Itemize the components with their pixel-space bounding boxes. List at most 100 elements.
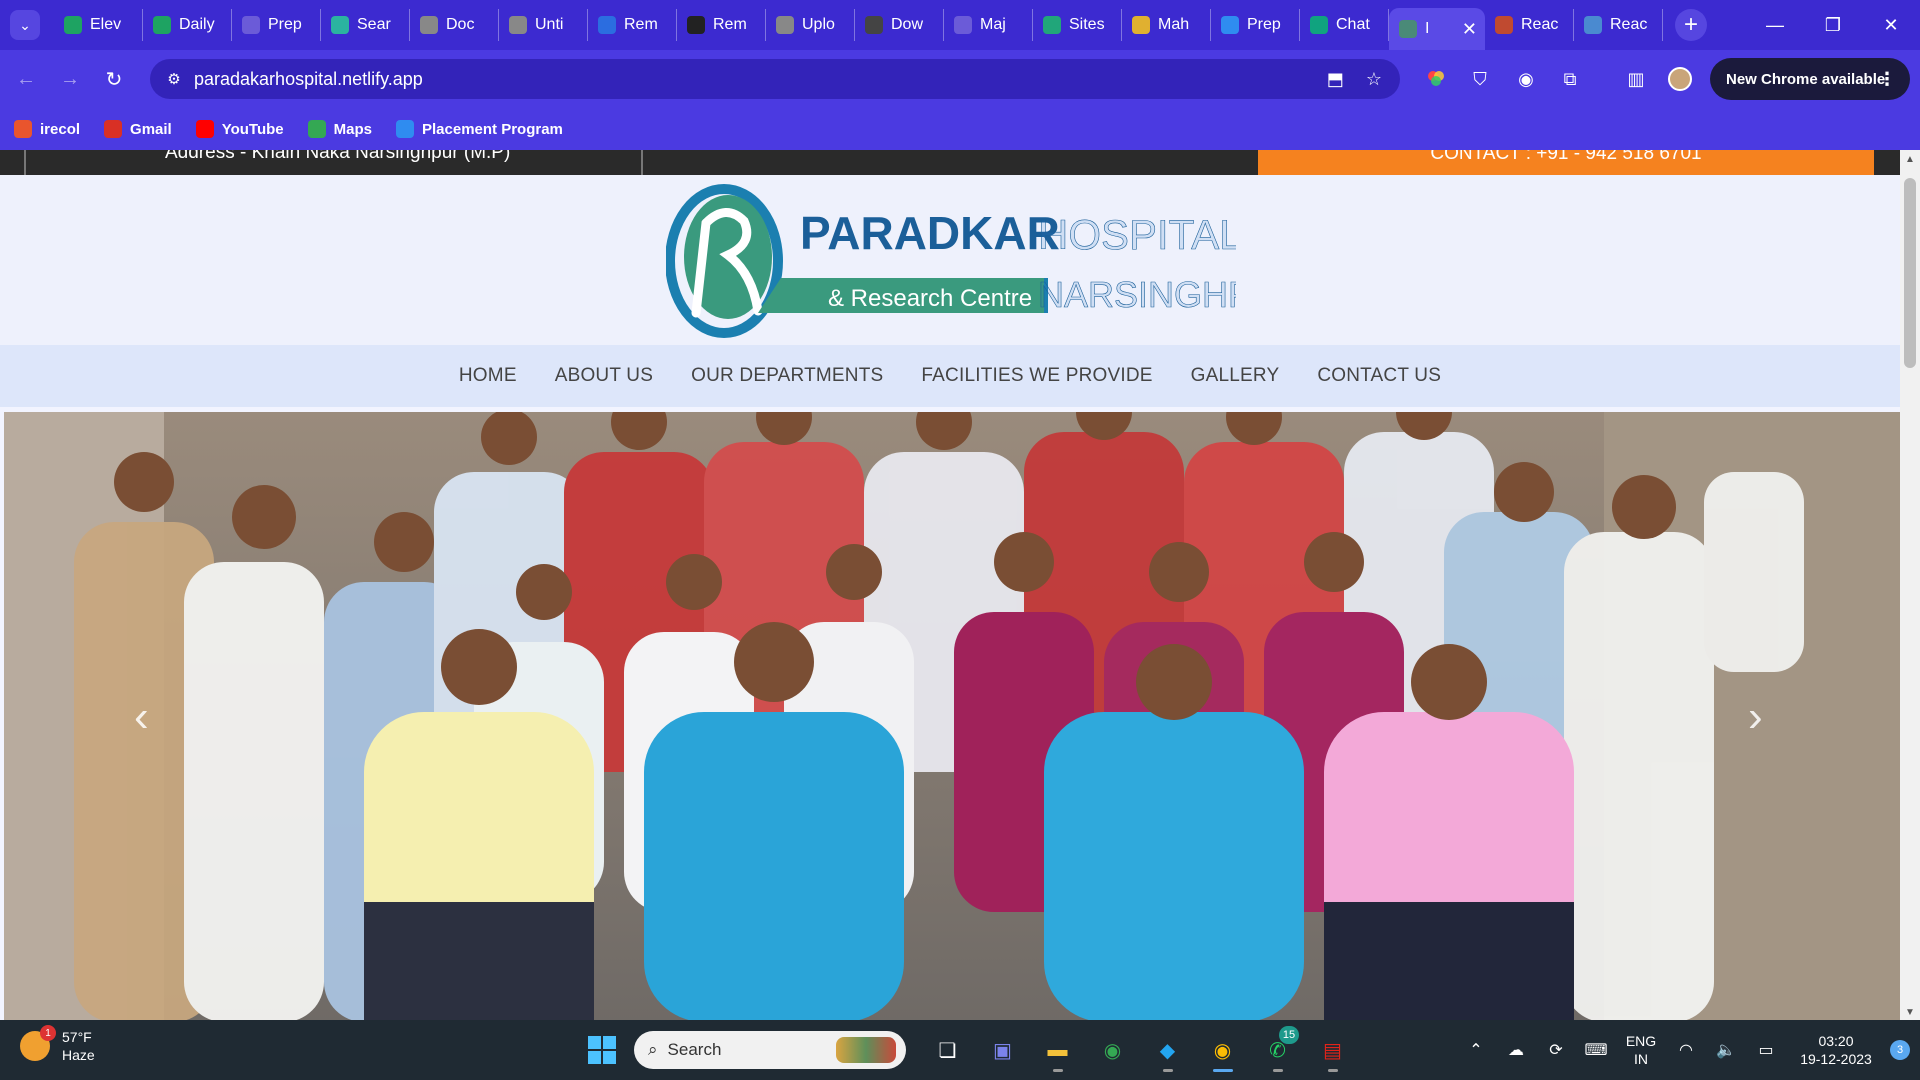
language-code: ENG — [1625, 1033, 1657, 1049]
volume-icon[interactable]: 🔈 — [1706, 1040, 1746, 1060]
install-app-icon[interactable]: ⬒ — [1327, 69, 1344, 90]
tab-label: Rem — [713, 16, 747, 33]
task-view-button[interactable]: ❏ — [920, 1028, 975, 1072]
tab-7[interactable]: Rem — [677, 9, 766, 41]
tab-label: Reac — [1521, 16, 1559, 33]
tab-strip: ⌄ Elev Daily Prep Sear Doc Unti Rem Rem Uplo Dow M… — [0, 0, 1920, 50]
nav-link-facilities-we-provide[interactable]: FACILITIES WE PROVIDE — [921, 365, 1152, 387]
sync-icon[interactable]: ⟳ — [1536, 1040, 1576, 1060]
battery-icon[interactable]: ▭ — [1746, 1040, 1786, 1060]
hero-carousel: ‹ › — [4, 412, 1900, 1020]
minimize-button[interactable]: — — [1746, 0, 1804, 50]
reload-button[interactable]: ↻ — [96, 61, 132, 97]
forward-button[interactable]: → — [52, 61, 88, 97]
tab-9[interactable]: Dow — [855, 9, 944, 41]
language-indicator[interactable]: ENG IN — [1616, 1032, 1666, 1068]
tab-8[interactable]: Uplo — [766, 9, 855, 41]
nav-link-contact-us[interactable]: CONTACT US — [1317, 365, 1441, 387]
bookmark-4[interactable]: Placement Program — [396, 120, 563, 138]
bookmark-3[interactable]: Maps — [307, 120, 372, 138]
wifi-icon[interactable]: ◠ — [1666, 1040, 1706, 1060]
tab-4[interactable]: Doc — [410, 9, 499, 41]
weather-widget[interactable]: 1 57°F Haze — [20, 1025, 95, 1064]
arrow-right-icon: → — [60, 67, 80, 90]
page-scrollbar[interactable]: ▲ ▼ — [1900, 150, 1920, 1020]
file-explorer-button[interactable]: ▬ — [1030, 1028, 1085, 1072]
list-icon — [954, 16, 972, 34]
tab-11[interactable]: Sites — [1033, 9, 1122, 41]
new-chrome-available-button[interactable]: New Chrome available ⋮ — [1710, 58, 1910, 100]
bookmark-1[interactable]: Gmail — [104, 120, 172, 138]
tab-label: I — [1425, 20, 1430, 37]
nav-link-our-departments[interactable]: OUR DEPARTMENTS — [691, 365, 883, 387]
tab-10[interactable]: Maj — [944, 9, 1033, 41]
close-window-button[interactable]: ✕ — [1862, 0, 1920, 50]
chrome-icon: ◉ — [1103, 1039, 1122, 1062]
extensions-puzzle-icon[interactable]: ⧉ — [1552, 50, 1588, 108]
camera-icon[interactable]: ◉ — [1508, 50, 1544, 108]
url-text[interactable]: paradakarhospital.netlify.app — [194, 69, 423, 90]
whatsapp-button[interactable]: ✆ 15 — [1250, 1026, 1305, 1072]
bookmark-label: Maps — [333, 120, 372, 138]
weather-condition: Haze — [62, 1047, 95, 1063]
taskbar-search[interactable]: ⌕ Search — [634, 1031, 906, 1069]
nav-link-gallery[interactable]: GALLERY — [1191, 365, 1280, 387]
carousel-next-button[interactable]: › — [1748, 692, 1763, 742]
scrollbar-thumb[interactable] — [1904, 178, 1916, 368]
tab-17[interactable]: Reac — [1574, 9, 1663, 41]
carousel-prev-button[interactable]: ‹ — [134, 692, 149, 742]
bookmark-2[interactable]: YouTube — [195, 120, 284, 138]
start-button[interactable] — [580, 1028, 624, 1072]
tab-15[interactable]: I ✕ — [1389, 8, 1485, 50]
tab-1[interactable]: Daily — [143, 9, 232, 41]
tab-13[interactable]: Prep — [1211, 9, 1300, 41]
top-info-strip: Address - Khain Naka Narsinghpur (M.P) C… — [0, 150, 1900, 175]
color-extension-icon[interactable] — [1418, 50, 1454, 108]
tab-3[interactable]: Sear — [321, 9, 410, 41]
nav-link-home[interactable]: HOME — [459, 365, 517, 387]
chrome-button[interactable]: ◉ — [1085, 1028, 1140, 1072]
close-tab-icon[interactable]: ✕ — [1462, 19, 1477, 40]
bookmark-star-icon[interactable]: ☆ — [1366, 69, 1382, 90]
vscode-button[interactable]: ◆ — [1140, 1028, 1195, 1072]
tab-2[interactable]: Prep — [232, 9, 321, 41]
back-button[interactable]: ← — [8, 61, 44, 97]
acrobat-button[interactable]: ▤ — [1305, 1028, 1360, 1072]
bookmark-0[interactable]: irecol — [14, 120, 80, 138]
tab-16[interactable]: Reac — [1485, 9, 1574, 41]
new-tab-button[interactable]: + — [1675, 9, 1707, 41]
logo-research-centre: & Research Centre — [828, 285, 1032, 312]
avatar[interactable] — [1662, 50, 1698, 108]
chrome-active-button[interactable]: ◉ — [1195, 1028, 1250, 1072]
tab-0[interactable]: Elev — [54, 9, 143, 41]
tab-search-button[interactable]: ⌄ — [10, 10, 40, 40]
vscode-icon: ◆ — [1159, 1039, 1176, 1062]
sheets-icon — [64, 16, 82, 34]
tab-14[interactable]: Chat — [1300, 9, 1389, 41]
hospital-logo[interactable]: PARADKAR HOSPITAL & Research Centre NARS… — [666, 183, 1236, 341]
address-bar[interactable]: ⚙ paradakarhospital.netlify.app ⬒ ☆ — [150, 59, 1400, 99]
close-icon: ✕ — [1883, 14, 1899, 35]
tab-12[interactable]: Mah — [1122, 9, 1211, 41]
onedrive-icon[interactable]: ☁ — [1496, 1040, 1536, 1060]
keyboard-icon[interactable]: ⌨ — [1576, 1040, 1616, 1060]
tab-label: Uplo — [802, 16, 835, 33]
side-panel-icon[interactable]: ▥ — [1618, 50, 1654, 108]
weather-badge: 1 — [40, 1025, 56, 1041]
clock[interactable]: 03:20 19-12-2023 — [1786, 1032, 1886, 1068]
shield-icon[interactable]: ⛉ — [1462, 50, 1498, 108]
scroll-up-icon[interactable]: ▲ — [1905, 154, 1915, 165]
scroll-down-icon[interactable]: ▼ — [1905, 1007, 1915, 1018]
teams-button[interactable]: ▣ — [975, 1028, 1030, 1072]
arrow-left-icon: ← — [16, 67, 36, 90]
nav-link-about-us[interactable]: ABOUT US — [555, 365, 653, 387]
page-viewport: Address - Khain Naka Narsinghpur (M.P) C… — [0, 150, 1920, 1020]
chevron-up-icon[interactable]: ⌃ — [1456, 1040, 1496, 1060]
taskbar-apps: ⌕ Search ❏ ▣ ▬ ◉ ◆ ◉ ✆ 15 ▤ — [580, 1026, 1360, 1072]
notifications-badge[interactable]: 3 — [1890, 1040, 1910, 1060]
tab-5[interactable]: Unti — [499, 9, 588, 41]
tab-6[interactable]: Rem — [588, 9, 677, 41]
tab-label: Dow — [891, 16, 924, 33]
restore-button[interactable]: ❐ — [1804, 0, 1862, 50]
site-info-icon[interactable]: ⚙ — [154, 59, 194, 99]
